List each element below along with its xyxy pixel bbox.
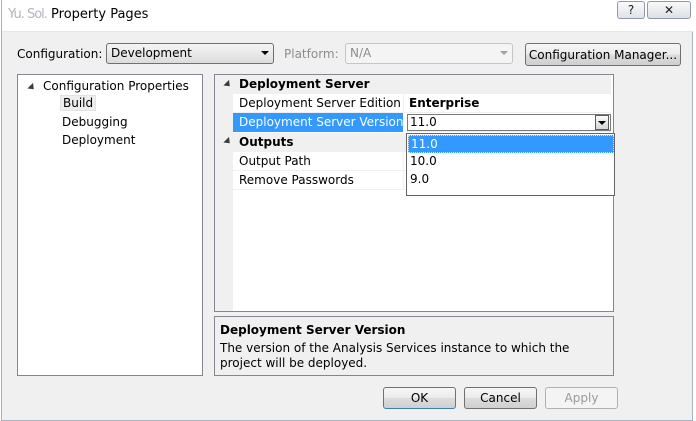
chevron-down-icon [598, 121, 606, 125]
chevron-down-icon [261, 51, 269, 55]
version-dropdown-list: 11.0 10.0 9.0 [406, 133, 615, 196]
close-button[interactable]: ✕ [647, 1, 691, 19]
tree-panel: Configuration Properties Build Debugging… [17, 74, 203, 376]
close-icon: ✕ [663, 3, 675, 17]
platform-value: N/A [350, 46, 372, 60]
ok-button[interactable]: OK [383, 387, 456, 409]
property-name: Deployment Server Edition [239, 96, 401, 110]
property-name: Deployment Server Version [239, 115, 404, 129]
server-version-value: 11.0 [410, 115, 437, 129]
apply-button: Apply [545, 387, 618, 409]
property-grid: Deployment Server Deployment Server Edit… [214, 74, 615, 312]
dropdown-option[interactable]: 9.0 [408, 171, 614, 189]
configuration-combo[interactable]: Development [106, 43, 274, 64]
title-bar[interactable]: Yu. Sol. Property Pages ? ✕ [2, 0, 694, 32]
category-label: Deployment Server [239, 77, 370, 91]
expand-triangle-icon[interactable] [27, 82, 37, 93]
window-title-text: Property Pages [51, 7, 149, 22]
tree-item-build[interactable]: Build [60, 95, 97, 111]
configuration-label: Configuration: [17, 47, 103, 61]
property-pages-window: Yu. Sol. Property Pages ? ✕ Configuratio… [1, 0, 694, 421]
platform-combo: N/A [345, 43, 513, 64]
tree-item-deployment[interactable]: Deployment [62, 133, 135, 147]
configuration-manager-button[interactable]: Configuration Manager... [525, 43, 681, 66]
description-text: The version of the Analysis Services ins… [220, 341, 570, 370]
window-title: Yu. Sol. Property Pages [8, 7, 148, 22]
help-icon: ? [627, 3, 635, 17]
dropdown-option[interactable]: 10.0 [408, 153, 614, 171]
category-deployment-server[interactable]: Deployment Server [233, 75, 611, 94]
property-value: Enterprise [409, 96, 480, 110]
description-title: Deployment Server Version [220, 323, 406, 337]
grid-gutter [215, 75, 233, 311]
chevron-down-icon [500, 51, 508, 55]
dropdown-option[interactable]: 11.0 [408, 135, 614, 153]
category-label: Outputs [239, 135, 294, 149]
column-divider [403, 94, 404, 113]
server-version-input[interactable]: 11.0 [407, 114, 611, 131]
tree-item-configuration-properties[interactable]: Configuration Properties [43, 79, 189, 93]
property-name: Output Path [239, 154, 311, 168]
window-title-obscured: Yu. Sol. [8, 7, 48, 22]
column-divider [403, 171, 404, 190]
tree-item-debugging[interactable]: Debugging [62, 115, 128, 129]
description-panel: Deployment Server Version The version of… [214, 316, 614, 376]
platform-label: Platform: [284, 47, 339, 61]
column-divider [403, 152, 404, 171]
configuration-value: Development [111, 46, 192, 60]
help-button[interactable]: ? [617, 1, 645, 19]
dropdown-button[interactable] [595, 115, 609, 130]
property-row-server-version[interactable]: Deployment Server Version 11.0 [233, 113, 611, 132]
property-row-server-edition[interactable]: Deployment Server Edition Enterprise [233, 94, 611, 113]
cancel-button[interactable]: Cancel [464, 387, 537, 409]
property-name: Remove Passwords [239, 173, 354, 187]
